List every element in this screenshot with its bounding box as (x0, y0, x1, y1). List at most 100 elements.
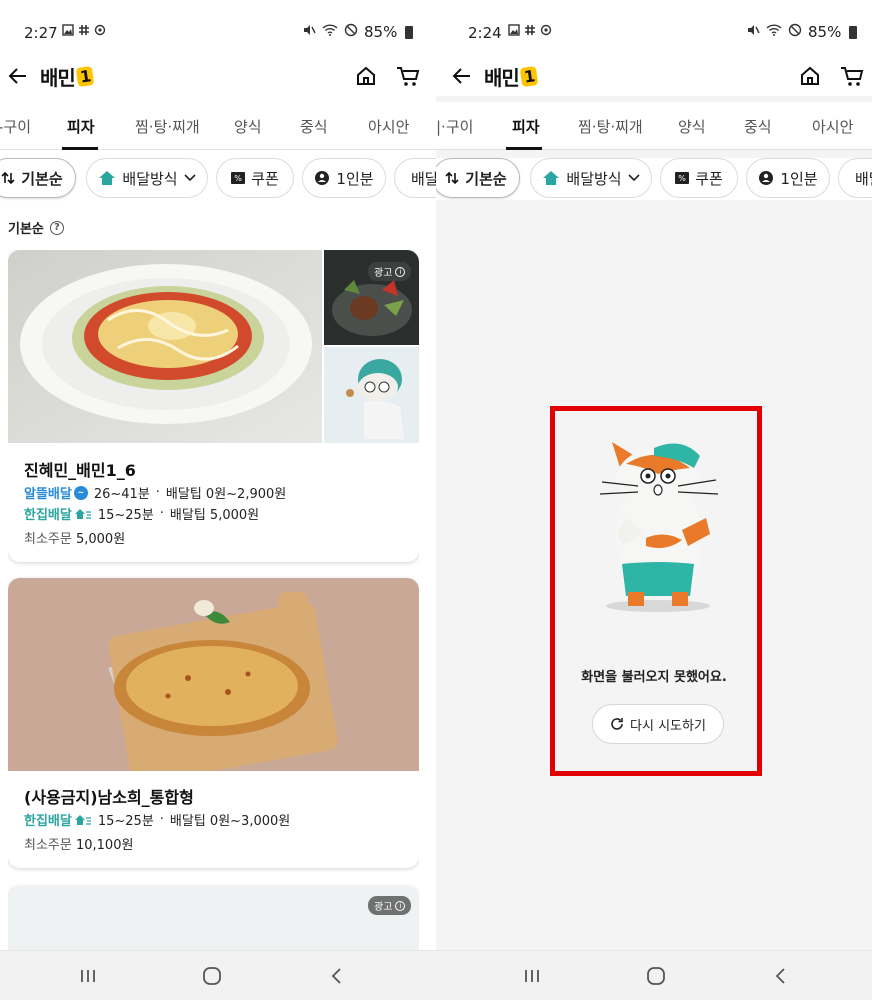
svg-text:%: % (234, 174, 242, 183)
store-name: 진혜민_배민1_6 (24, 461, 136, 480)
battery-icon (405, 25, 414, 39)
back-nav-icon (331, 968, 341, 984)
back-arrow-icon (8, 68, 26, 84)
delivery-method-label: 배달방식 (122, 169, 178, 188)
sort-icon (1, 171, 15, 185)
cart-button[interactable] (392, 60, 424, 92)
tab-jjim-tang[interactable]: 찜·탕·찌개 (135, 116, 200, 137)
back-nav-button[interactable] (322, 964, 350, 988)
store-card[interactable]: 광고 i 진혜민_배민1_6 알뜰배달 ~ 26~41분 · 배달팁 0원~2,… (8, 250, 419, 562)
coupon-icon: % (231, 172, 246, 184)
active-tab-indicator (62, 147, 98, 150)
tab-pizza[interactable]: 피자 (67, 116, 95, 137)
battery-percent: 85% (808, 23, 842, 41)
mute-icon (746, 23, 760, 41)
tab-asian[interactable]: 아시안 (812, 116, 853, 137)
info-icon: i (395, 266, 406, 277)
logo-text: 배민 (40, 66, 76, 90)
separator-dot: · (159, 506, 164, 521)
sort-chip[interactable]: 기본순 (0, 158, 76, 198)
single-serving-chip[interactable]: 1인분 (746, 158, 830, 198)
delivery-method-label: 배달방식 (566, 169, 622, 188)
tab-western[interactable]: 양식 (678, 116, 706, 137)
store-card[interactable]: (사용금지)남소희_통합형 한집배달 15~25분 · 배달팁 0원~3,000… (8, 578, 419, 868)
delivery-chip-label: 배달 (855, 169, 872, 188)
tab-gui[interactable]: -구이 (0, 116, 31, 137)
back-arrow-icon (452, 68, 470, 84)
delivery-info-row: 알뜰배달 ~ 26~41분 · 배달팁 0원~2,900원 (24, 483, 286, 502)
ad-badge[interactable]: 광고 i (368, 896, 412, 915)
alttle-delivery-icon: ~ (73, 485, 88, 500)
back-button[interactable] (2, 60, 34, 92)
mascot-photo (324, 347, 419, 443)
tab-chinese[interactable]: 중식 (300, 116, 328, 137)
coupon-label: 쿠폰 (251, 169, 279, 188)
back-nav-button[interactable] (766, 964, 794, 988)
pizza-photo (8, 578, 419, 771)
delivery-info-row: 한집배달 15~25분 · 배달팁 5,000원 (24, 504, 259, 523)
svg-text:%: % (678, 174, 686, 183)
sync-icon (540, 24, 552, 40)
dnd-icon (788, 23, 802, 41)
sort-heading-text: 기본순 (8, 222, 44, 237)
tab-pizza[interactable]: 피자 (512, 116, 540, 137)
sort-chip[interactable]: 기본순 (436, 158, 520, 198)
tab-western[interactable]: 양식 (234, 116, 262, 137)
tab-chinese[interactable]: 중식 (744, 116, 772, 137)
delivery-method-chip[interactable]: 배달방식 (530, 158, 652, 198)
cart-button[interactable] (836, 60, 868, 92)
back-button[interactable] (446, 60, 478, 92)
system-indicators: 85% (746, 23, 858, 41)
sort-icon (445, 171, 459, 185)
delivery-chip[interactable]: 배달 (838, 158, 872, 198)
coupon-icon: % (675, 172, 690, 184)
home-nav-icon (203, 967, 221, 985)
sync-icon (94, 24, 106, 40)
single-serving-icon (758, 170, 774, 186)
delivery-type-label: 한집배달 (24, 814, 72, 829)
recent-apps-button[interactable] (74, 964, 102, 988)
delivery-type: 한집배달 (24, 504, 92, 523)
ad-label: 광고 (374, 268, 393, 279)
home-nav-button[interactable] (642, 964, 670, 988)
wifi-icon (322, 23, 338, 41)
hanjip-delivery-icon (74, 814, 91, 825)
battery-icon (849, 25, 858, 39)
filter-chips: 기본순 배달방식 % 쿠폰 1인분 배달 (436, 158, 872, 200)
home-icon (357, 66, 375, 85)
status-time: 2:24 (468, 24, 502, 42)
delivery-time: 15~25분 (97, 814, 154, 829)
separator-dot: · (159, 812, 164, 827)
ad-label: 광고 (374, 902, 393, 913)
notification-icons (508, 24, 552, 40)
chevron-down-icon (184, 174, 196, 182)
system-indicators: 85% (302, 23, 414, 41)
info-icon: i (395, 900, 406, 911)
delivery-tip: 배달팁 0원~2,900원 (165, 487, 287, 502)
single-serving-chip[interactable]: 1인분 (302, 158, 386, 198)
status-bar: 2:27 85% (0, 0, 436, 64)
home-button[interactable] (794, 60, 826, 92)
delivery-tip: 배달팁 5,000원 (169, 508, 260, 523)
coupon-chip[interactable]: % 쿠폰 (216, 158, 294, 198)
separator-dot: · (155, 485, 160, 500)
coupon-chip[interactable]: % 쿠폰 (660, 158, 738, 198)
delivery-chip[interactable]: 배달 (394, 158, 436, 198)
tab-gui[interactable]: |·구이 (436, 116, 473, 137)
min-order: 최소주문 10,100원 (24, 834, 133, 853)
tab-jjim-tang[interactable]: 찜·탕·찌개 (578, 116, 643, 137)
baemin-logo: 배민 1 (484, 62, 539, 91)
ad-badge[interactable]: 광고 i (368, 262, 412, 281)
home-nav-button[interactable] (198, 964, 226, 988)
help-icon[interactable]: ? (49, 220, 64, 235)
home-button[interactable] (350, 60, 382, 92)
category-tabs: |·구이 피자 찜·탕·찌개 양식 중식 아시안 (436, 102, 872, 150)
single-serving-label: 1인분 (780, 169, 818, 188)
store-name: (사용금지)남소희_통합형 (24, 788, 194, 807)
store-card[interactable]: 광고 i (8, 886, 419, 950)
delivery-tip: 배달팁 0원~3,000원 (169, 814, 291, 829)
min-order-label: 최소주문 (24, 838, 72, 853)
delivery-method-chip[interactable]: 배달방식 (86, 158, 208, 198)
recent-apps-button[interactable] (518, 964, 546, 988)
tab-asian[interactable]: 아시안 (368, 116, 409, 137)
